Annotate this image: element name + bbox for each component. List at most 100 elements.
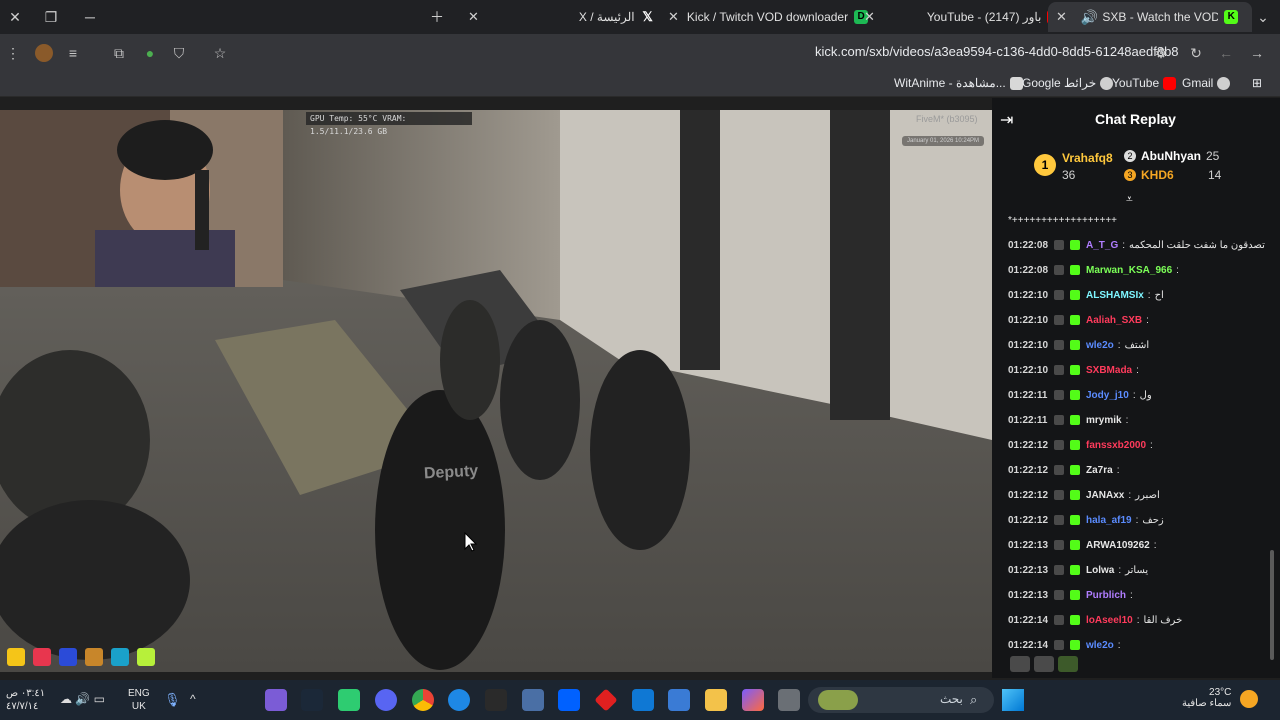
message-username[interactable]: hala_af19 bbox=[1086, 515, 1132, 526]
tab-youtube[interactable]: ✕ YouTube - باور (2147) ▶ bbox=[856, 2, 1067, 32]
tab-search-chevron-icon[interactable]: ⌄ bbox=[1252, 6, 1274, 28]
message-username[interactable]: mrymik bbox=[1086, 415, 1122, 426]
windows-start-icon[interactable] bbox=[1002, 689, 1024, 711]
message-text: : bbox=[1146, 314, 1149, 326]
message-username[interactable]: wle2o bbox=[1086, 340, 1114, 351]
minimize-window-icon[interactable]: ─ bbox=[79, 6, 101, 28]
media-control-icon[interactable]: ≡ bbox=[64, 44, 82, 62]
mouse-cursor-icon bbox=[464, 531, 478, 557]
site-settings-icon[interactable]: ⚙ bbox=[1152, 44, 1170, 62]
leaderboard-name[interactable]: Vrahafq8 bbox=[1062, 151, 1113, 165]
message-username[interactable]: Lolwa bbox=[1086, 565, 1114, 576]
steam-icon[interactable] bbox=[301, 689, 323, 711]
message-username[interactable]: ALSHAMSIx bbox=[1086, 290, 1144, 301]
outlook-icon[interactable] bbox=[632, 689, 654, 711]
message-username[interactable]: fanssxb2000 bbox=[1086, 440, 1146, 451]
kick-badge-icon bbox=[1070, 515, 1080, 525]
app-icon-green[interactable] bbox=[338, 689, 360, 711]
sub-badge-icon bbox=[1054, 590, 1064, 600]
message-username[interactable]: Aaliah_SXB bbox=[1086, 315, 1142, 326]
tab-x[interactable]: ✕ X / الرئيسة 𝕏 bbox=[460, 2, 661, 32]
copilot-icon[interactable] bbox=[742, 689, 764, 711]
forward-arrow-icon[interactable]: ← bbox=[1217, 44, 1235, 62]
extensions-puzzle-icon[interactable]: ⧉ bbox=[110, 44, 128, 62]
restore-window-icon[interactable]: ❐ bbox=[40, 6, 62, 28]
kick-badge-icon bbox=[1070, 490, 1080, 500]
bookmark-gmail[interactable]: Gmail bbox=[1182, 76, 1234, 90]
microphone-icon[interactable]: 🎙 bbox=[164, 692, 181, 708]
app-icon-clipchamp[interactable] bbox=[265, 689, 287, 711]
file-explorer-icon[interactable] bbox=[705, 689, 727, 711]
chrome-icon[interactable] bbox=[412, 689, 434, 711]
rank-3-badge: 3 bbox=[1124, 169, 1136, 181]
rank-1-badge: 1 bbox=[1034, 154, 1056, 176]
message-username[interactable]: Za7ra bbox=[1086, 465, 1113, 476]
profile-extension-icon[interactable] bbox=[35, 44, 53, 62]
all-bookmarks-icon[interactable]: ⊞ bbox=[1252, 76, 1262, 90]
message-text: : bbox=[1122, 239, 1126, 251]
message-timestamp: 01:22:14 bbox=[1008, 639, 1049, 651]
message-username[interactable]: loAseel10 bbox=[1086, 615, 1133, 626]
bookmark-youtube[interactable]: YouTube bbox=[1112, 76, 1180, 90]
heart-icon bbox=[33, 648, 51, 666]
new-tab-icon[interactable]: ＋ bbox=[426, 6, 448, 28]
tab-vod-downloader[interactable]: ✕ Kick / Twitch VOD downloader D bbox=[660, 2, 874, 32]
tab-kick-vod[interactable]: ✕ 🔊 SXB - Watch the VOD on Ki K bbox=[1048, 2, 1252, 32]
shield-extension-icon[interactable]: ⛉ bbox=[170, 44, 188, 62]
kick-badge-icon bbox=[1070, 640, 1080, 650]
weather-temp: 23°C bbox=[1209, 687, 1232, 698]
chat-message: 01:22:10 ALSHAMSIx: اح bbox=[1008, 284, 1164, 306]
bookmark-witanime[interactable]: WitAnime - مشاهدة... bbox=[894, 76, 1027, 90]
message-username[interactable]: A_T_G bbox=[1086, 240, 1118, 251]
bookmark-label: Google خرائط bbox=[1022, 76, 1097, 90]
message-text: : bbox=[1125, 414, 1129, 426]
show-hidden-icons-chevron[interactable]: ^ bbox=[190, 692, 196, 706]
collapse-chat-icon[interactable]: ⇥ bbox=[1000, 110, 1013, 130]
bookmark-google-maps[interactable]: Google خرائط bbox=[1022, 76, 1117, 90]
reload-icon[interactable]: ↻ bbox=[1187, 44, 1205, 62]
close-tab-icon[interactable]: ✕ bbox=[1056, 9, 1067, 25]
taskbar-clock[interactable]: ٠٣:٤١ ص ٤٧/٧/١٤ bbox=[6, 687, 45, 713]
bookmark-star-icon[interactable]: ☆ bbox=[211, 44, 229, 62]
close-tab-icon[interactable]: ✕ bbox=[864, 9, 875, 25]
tab-title: X / الرئيسة bbox=[578, 10, 635, 24]
kick-badge-icon bbox=[1070, 365, 1080, 375]
message-username[interactable]: JANAxx bbox=[1086, 490, 1124, 501]
app-icon-vpn[interactable] bbox=[522, 689, 544, 711]
message-username[interactable]: Jody_j10 bbox=[1086, 390, 1129, 401]
dropbox-icon[interactable] bbox=[558, 689, 580, 711]
kick-badge-icon bbox=[1070, 290, 1080, 300]
message-username[interactable]: ARWA109262 bbox=[1086, 540, 1150, 551]
edge-icon[interactable] bbox=[448, 689, 470, 711]
toolbar: ⋮ ≡ ⧉ ● ⛉ ☆ kick.com/sxb/videos/a3ea9594… bbox=[0, 34, 1280, 72]
close-tab-icon[interactable]: ✕ bbox=[668, 9, 679, 25]
message-username[interactable]: Purblich bbox=[1086, 590, 1126, 601]
language-indicator[interactable]: ENG UK bbox=[128, 687, 150, 713]
x-logo-icon: 𝕏 bbox=[642, 9, 653, 24]
back-arrow-icon[interactable]: → bbox=[1248, 44, 1266, 62]
discord-icon[interactable] bbox=[375, 689, 397, 711]
weather-widget[interactable]: 23°C سماء صافية bbox=[1182, 687, 1231, 709]
sub-badge-icon bbox=[1054, 615, 1064, 625]
menu-kebab-icon[interactable]: ⋮ bbox=[4, 44, 22, 62]
epic-games-icon[interactable] bbox=[485, 689, 507, 711]
message-timestamp: 01:22:11 bbox=[1008, 414, 1048, 426]
close-tab-icon[interactable]: ✕ bbox=[468, 9, 479, 25]
close-window-icon[interactable]: ✕ bbox=[4, 6, 26, 28]
leaderboard-name[interactable]: KHD6 bbox=[1141, 168, 1174, 182]
tray-icons[interactable]: ☁ 🔊 ▭ bbox=[60, 692, 105, 706]
store-icon[interactable] bbox=[668, 689, 690, 711]
kick-badge-icon bbox=[1070, 415, 1080, 425]
address-bar[interactable]: kick.com/sxb/videos/a3ea9594-c136-4dd0-8… bbox=[815, 44, 1179, 59]
leaderboard-name[interactable]: AbuNhyan bbox=[1141, 149, 1201, 163]
message-username[interactable]: wle2o bbox=[1086, 640, 1114, 651]
message-username[interactable]: SXBMada bbox=[1086, 365, 1132, 376]
message-username[interactable]: Marwan_KSA_966 bbox=[1086, 265, 1172, 276]
task-view-icon[interactable] bbox=[778, 689, 800, 711]
youtube-icon bbox=[1163, 76, 1177, 90]
tab-title: Kick / Twitch VOD downloader bbox=[686, 10, 849, 24]
vpn-extension-icon[interactable]: ● bbox=[141, 44, 159, 62]
expand-leaderboard-icon[interactable]: ⩡ bbox=[1126, 192, 1133, 207]
message-timestamp: 01:22:13 bbox=[1008, 564, 1049, 576]
chat-scrollbar[interactable] bbox=[1270, 550, 1274, 660]
